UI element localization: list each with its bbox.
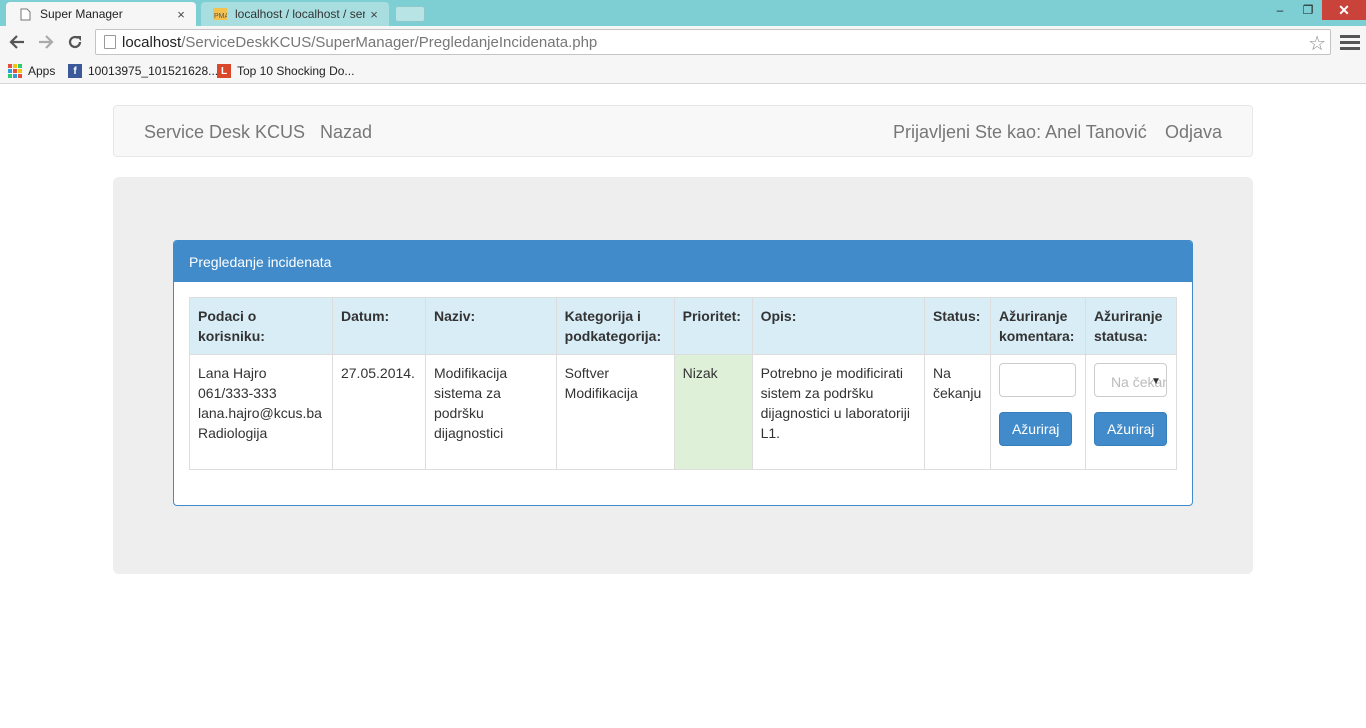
incidents-table: Podaci o korisniku: Datum: Naziv: Katego… (189, 297, 1178, 470)
bookmark-facebook[interactable]: f 10013975_101521628... (68, 62, 218, 80)
phpmyadmin-icon: PMA (213, 7, 227, 21)
forward-arrow-icon[interactable] (35, 31, 57, 53)
cell-status: Na čekanju (923, 354, 991, 470)
new-tab-button[interactable] (395, 6, 425, 22)
incidents-panel: Pregledanje incidenata Podaci o korisnik… (173, 240, 1193, 506)
table-header-row: Podaci o korisniku: Datum: Naziv: Katego… (189, 297, 1178, 355)
window-controls: – ❐ ✕ (1266, 0, 1366, 22)
header-description: Opis: (751, 297, 925, 355)
close-icon[interactable]: × (172, 7, 190, 22)
bookmark-apps[interactable]: Apps (8, 62, 55, 80)
cell-date: 27.05.2014. (331, 354, 426, 470)
tab-phpmyadmin[interactable]: PMA localhost / localhost / serv × (201, 2, 389, 26)
url-path: /ServiceDeskKCUS/SuperManager/Pregledanj… (181, 33, 598, 51)
reload-icon[interactable] (64, 31, 86, 53)
page-icon (104, 35, 116, 49)
content-well: Pregledanje incidenata Podaci o korisnik… (113, 177, 1253, 574)
browser-titlebar: Super Manager × PMA localhost / localhos… (0, 0, 1366, 26)
cell-name: Modifikacija sistema za podršku dijagnos… (424, 354, 557, 470)
tab-super-manager[interactable]: Super Manager × (6, 2, 196, 26)
logged-in-text: Prijavljeni Ste kao: Anel Tanović (893, 122, 1147, 142)
chevron-down-icon: ▼ (1151, 376, 1161, 387)
back-link[interactable]: Nazad (320, 122, 372, 143)
header-status: Status: (923, 297, 991, 355)
apps-grid-icon (8, 64, 22, 78)
header-priority: Prioritet: (673, 297, 753, 355)
table-row: Lana Hajro 061/333-333 lana.hajro@kcus.b… (189, 354, 1178, 470)
l-logo-icon: L (217, 64, 231, 78)
header-user: Podaci o korisniku: (189, 297, 333, 355)
bookmark-star-icon[interactable]: ☆ (1308, 31, 1326, 56)
url-host: localhost (122, 33, 182, 51)
comment-textarea[interactable] (998, 363, 1076, 397)
header-comment-update: Ažuriranje komentara: (989, 297, 1086, 355)
navbar: Service Desk KCUS Nazad Prijavljeni Ste … (113, 105, 1253, 157)
cell-description: Potrebno je modificirati sistem za podrš… (751, 354, 925, 470)
browser-toolbar: localhost/ServiceDeskKCUS/SuperManager/P… (0, 26, 1366, 58)
header-status-update: Ažuriranje statusa: (1084, 297, 1178, 355)
update-status-button[interactable]: Ažuriraj (1093, 412, 1168, 446)
panel-title: Pregledanje incidenata (174, 241, 1192, 282)
logout-link[interactable]: Odjava (1165, 122, 1222, 143)
window-close-icon[interactable]: ✕ (1322, 0, 1366, 20)
page-content: Service Desk KCUS Nazad Prijavljeni Ste … (0, 85, 1366, 728)
page-icon (18, 7, 32, 21)
header-name: Naziv: (424, 297, 557, 355)
cell-category: Softver Modifikacija (555, 354, 675, 470)
tab-title: Super Manager (40, 7, 123, 21)
tab-title: localhost / localhost / serv (235, 7, 365, 21)
update-comment-button[interactable]: Ažuriraj (998, 412, 1073, 446)
close-icon[interactable]: × (365, 7, 383, 22)
brand-link[interactable]: Service Desk KCUS (144, 122, 305, 143)
user-info: Lana Hajro 061/333-333 lana.hajro@kcus.b… (198, 365, 322, 441)
menu-icon[interactable] (1340, 31, 1360, 53)
back-arrow-icon[interactable] (6, 31, 28, 53)
bookmark-label: Top 10 Shocking Do... (237, 64, 355, 78)
minimize-icon[interactable]: – (1266, 0, 1294, 20)
header-date: Datum: (331, 297, 426, 355)
restore-icon[interactable]: ❐ (1294, 0, 1322, 20)
status-select[interactable]: Na čekanju ▼ (1093, 363, 1167, 397)
bookmark-top10[interactable]: L Top 10 Shocking Do... (217, 62, 354, 80)
svg-text:PMA: PMA (214, 13, 227, 20)
facebook-icon: f (68, 64, 82, 78)
header-category: Kategorija i podkategorija: (555, 297, 675, 355)
bookmark-label: 10013975_101521628... (88, 64, 219, 78)
cell-comment-update: Ažuriraj (989, 354, 1086, 470)
cell-user: Lana Hajro 061/333-333 lana.hajro@kcus.b… (189, 354, 333, 470)
bookmark-label: Apps (28, 64, 56, 78)
cell-status-update: Na čekanju ▼ Ažuriraj (1084, 354, 1178, 470)
bookmarks-bar: Apps f 10013975_101521628... L Top 10 Sh… (0, 58, 1366, 84)
address-bar[interactable]: localhost/ServiceDeskKCUS/SuperManager/P… (95, 29, 1331, 55)
cell-priority: Nizak (673, 354, 753, 470)
